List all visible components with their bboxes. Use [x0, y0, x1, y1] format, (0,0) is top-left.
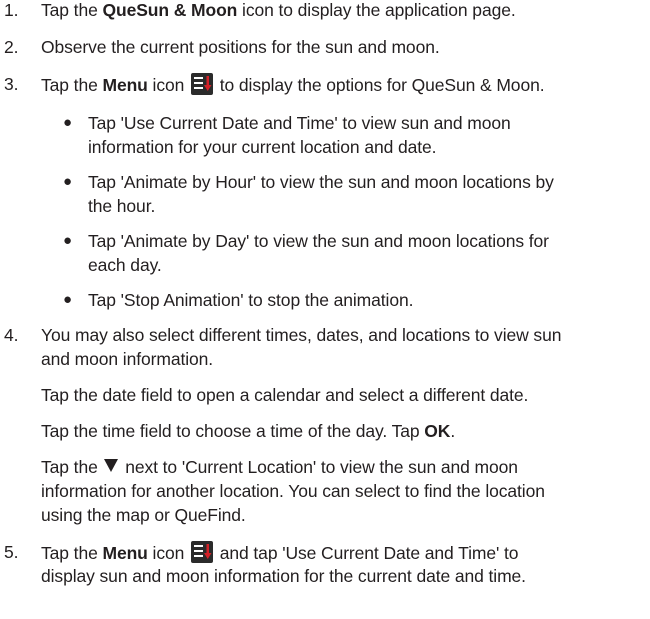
step-number: 5.	[4, 542, 19, 562]
step-number: 4.	[4, 325, 19, 345]
step-number: 2.	[4, 37, 19, 57]
ok-label: OK	[424, 421, 451, 441]
bullet-dot: ●	[63, 291, 72, 308]
instruction-document: 1. Tap the QueSun & Moon icon to display…	[4, 0, 562, 586]
menu-list-icon	[191, 541, 213, 563]
bullet-dot: ●	[63, 232, 72, 249]
step-4-paragraph: Tap the time field to choose a time of t…	[41, 421, 456, 441]
step-text: Observe the current positions for the su…	[41, 37, 440, 57]
bullet-dot: ●	[63, 114, 72, 131]
step-number: 3.	[4, 74, 19, 94]
down-triangle-icon	[104, 459, 119, 472]
step-text: icon to display the application page.	[237, 0, 516, 20]
step-4-paragraph: Tap the next to 'Current Location' to vi…	[41, 457, 518, 477]
step-number: 1.	[4, 0, 19, 20]
menu-list-icon	[191, 73, 213, 95]
step-text: Tap the	[41, 0, 103, 20]
step-text: Tap the	[41, 75, 103, 95]
menu-label: Menu	[102, 543, 148, 563]
bullet-dot: ●	[63, 173, 72, 190]
menu-label: Menu	[102, 75, 148, 95]
app-name: QueSun & Moon	[102, 0, 238, 20]
step-4-paragraph: Tap the date field to open a calendar an…	[41, 385, 529, 405]
step-text: to display the options for QueSun & Moon…	[215, 75, 545, 95]
